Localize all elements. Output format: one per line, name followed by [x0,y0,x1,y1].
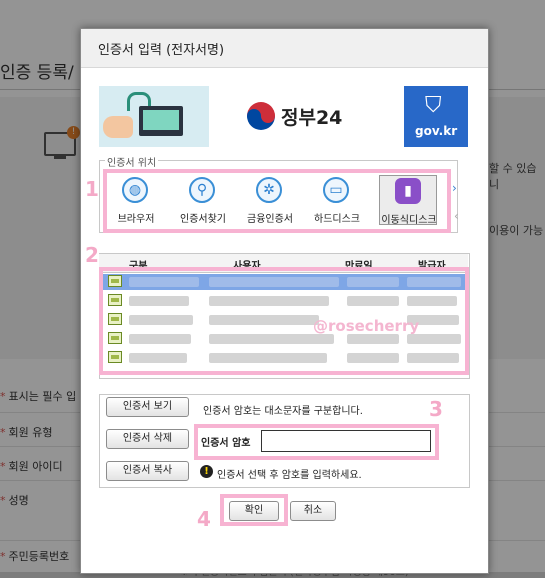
location-financial-cert[interactable]: ✲ 금융인증서 [241,175,299,225]
warning-icon: ! [200,465,213,478]
shield-check-icon: ⛉ [425,93,442,118]
dialog-title: 인증서 입력 (전자서명) [98,43,225,58]
location-label: 브라우저 [117,214,155,225]
monitor-icon: ▭ [323,177,349,203]
location-label: 이동식디스크 [381,215,437,226]
dialog-title-bar: 인증서 입력 (전자서명) [81,29,488,68]
table-highlight-box [99,267,469,375]
banner-domain: gov.kr [415,124,458,138]
chevron-right-icon[interactable]: › [452,181,457,195]
location-hard-disk[interactable]: ▭ 하드디스크 [308,175,366,225]
chevron-left-icon[interactable]: ‹ [454,209,459,223]
magnifier-icon: ⚲ [189,177,215,203]
step-marker-3: 3 [429,397,443,421]
case-sensitivity-note: 인증서 암호는 대소문자를 구분합니다. [203,406,363,417]
cancel-button[interactable]: 취소 [290,501,336,521]
ok-button[interactable]: 확인 [229,501,279,521]
warning-text: 인증서 선택 후 암호를 입력하세요. [217,470,362,481]
step-marker-1: 1 [85,177,99,201]
gov24-banner: 정부24 ⛉ gov.kr [99,86,468,147]
view-certificate-button[interactable]: 인증서 보기 [106,397,189,417]
computer-screen-icon [143,110,179,130]
financial-cert-icon: ✲ [256,177,282,203]
step-marker-2: 2 [85,243,99,267]
step-marker-4: 4 [197,507,211,531]
globe-icon: ◍ [122,177,148,203]
location-legend: 인증서 위치 [105,154,159,169]
location-label: 금융인증서 [247,214,293,225]
hand-icon [103,116,133,138]
password-label: 인증서 암호 [201,438,251,449]
location-label: 인증서찾기 [180,214,226,225]
location-label: 하드디스크 [314,214,360,225]
banner-brand-area: 정부24 [209,86,404,147]
banner-brand-text: 정부24 [281,107,343,129]
certificate-dialog: 인증서 입력 (전자서명) 정부24 ⛉ gov.kr 인증서 위치 ◍ 브라우… [80,28,489,574]
delete-certificate-button[interactable]: 인증서 삭제 [106,429,189,449]
password-input[interactable] [261,430,431,452]
location-browser[interactable]: ◍ 브라우저 [107,175,165,225]
copy-certificate-button[interactable]: 인증서 복사 [106,461,189,481]
location-find-cert[interactable]: ⚲ 인증서찾기 [174,175,232,225]
taegeuk-logo-icon [247,102,275,130]
usb-icon: ▮ [395,178,421,204]
location-removable-disk[interactable]: ▮ 이동식디스크 [379,175,437,226]
